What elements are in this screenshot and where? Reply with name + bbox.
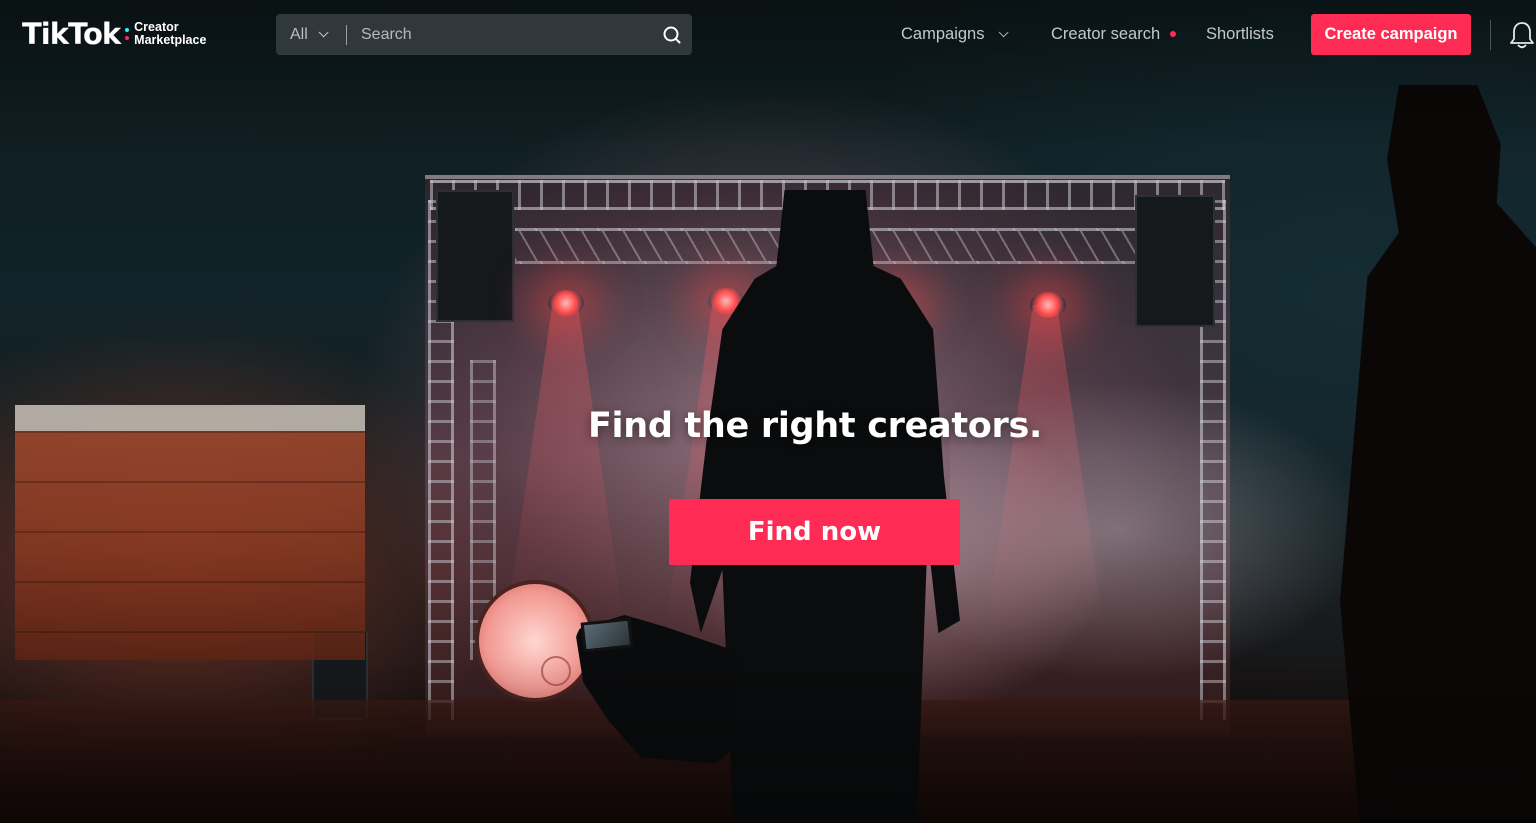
search-bar: All [276,14,692,55]
create-campaign-button[interactable]: Create campaign [1311,14,1471,55]
logo-subtitle: Creator Marketplace [134,21,206,47]
tiktok-creator-marketplace-logo[interactable]: TikTok Creator Marketplace [22,18,206,50]
search-scope-dropdown[interactable]: All [276,26,346,44]
nav-shortlists-label: Shortlists [1206,24,1274,43]
notification-dot-icon [1170,31,1177,37]
nav-divider [1490,20,1491,50]
logo-dots-icon [125,28,130,40]
hero-headline: Find the right creators. [587,406,1043,446]
top-navigation-bar: TikTok Creator Marketplace All Campaigns… [0,0,1536,68]
nav-shortlists[interactable]: Shortlists [1206,0,1274,68]
nav-creator-search[interactable]: Creator search [1051,0,1177,68]
nav-campaigns[interactable]: Campaigns [901,0,1010,68]
search-input[interactable] [347,15,652,54]
logo-wordmark: TikTok [22,17,121,51]
nav-creator-search-label: Creator search [1051,24,1161,43]
find-now-button[interactable]: Find now [669,499,960,565]
logo-subtitle-line2: Marketplace [134,33,207,47]
nav-campaigns-label: Campaigns [901,24,985,43]
search-scope-label: All [290,25,308,43]
search-icon[interactable] [652,15,692,55]
chevron-down-icon [999,26,1010,37]
chevron-down-icon [318,27,329,38]
bell-icon[interactable] [1508,20,1536,50]
